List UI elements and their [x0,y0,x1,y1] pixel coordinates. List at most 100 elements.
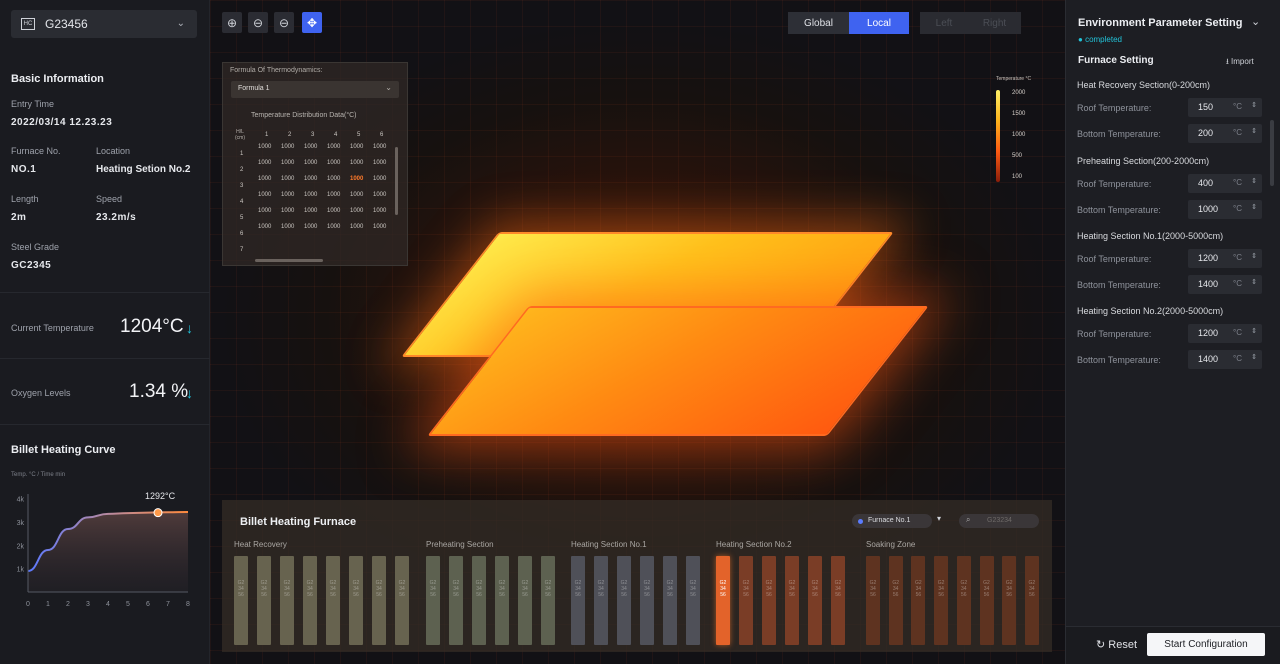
furnace-slot[interactable]: G23456 [280,556,294,645]
table-cell[interactable]: 1000 [350,176,363,182]
zoom-in-button[interactable]: ⊕ [222,12,242,33]
furnace-slot[interactable]: G23456 [326,556,340,645]
table-cell[interactable]: 1000 [373,192,386,198]
furnace-slot[interactable]: G23456 [866,556,880,645]
furnace-slot[interactable]: G23456 [303,556,317,645]
furnace-slot[interactable]: G23456 [372,556,386,645]
table-cell[interactable]: 1000 [327,176,340,182]
view-global-button[interactable]: Global [788,12,849,34]
table-cell[interactable]: 1000 [304,224,317,230]
furnace-slot[interactable]: G23456 [640,556,654,645]
table-cell[interactable]: 1000 [327,192,340,198]
furnace-slot[interactable]: G23456 [716,556,730,645]
view-right-button[interactable]: Right [968,12,1021,34]
furnace-slot[interactable]: G23456 [257,556,271,645]
furnace-slot[interactable]: G23456 [956,556,971,645]
table-cell[interactable]: 1000 [258,144,271,150]
view-local-button[interactable]: Local [849,12,909,34]
stepper-icon[interactable]: ⇕ [1251,177,1257,185]
table-cell[interactable]: 1000 [258,224,271,230]
table-cell[interactable]: 1000 [281,144,294,150]
furnace-slot[interactable]: G23456 [349,556,363,645]
table-cell[interactable]: 1000 [304,192,317,198]
table-cell[interactable]: 1000 [258,160,271,166]
furnace-slot[interactable]: G23456 [594,556,608,645]
table-cell[interactable]: 1000 [304,176,317,182]
furnace-slot[interactable]: G23456 [449,556,463,645]
furnace-slot[interactable]: G23456 [663,556,677,645]
collapse-icon[interactable]: ⌄ [1251,15,1260,28]
stepper-icon[interactable]: ⇕ [1251,252,1257,260]
table-vscroll[interactable] [395,147,398,215]
furnace-search-input[interactable]: ⌕ G23234 [959,514,1039,528]
furnace-slot[interactable]: G23456 [762,556,776,645]
view-left-button[interactable]: Left [920,12,968,34]
furnace-slot[interactable]: G23456 [808,556,822,645]
stepper-icon[interactable]: ⇕ [1251,327,1257,335]
furnace-slot[interactable]: G23456 [234,556,248,645]
furnace-slot[interactable]: G23456 [472,556,486,645]
bottom-temp-input[interactable]: 1400 °C ⇕ [1188,275,1262,294]
bottom-temp-input[interactable]: 1000 °C ⇕ [1188,200,1262,219]
table-cell[interactable]: 1000 [350,144,363,150]
furnace-slot[interactable]: G23456 [495,556,509,645]
table-cell[interactable]: 1000 [373,208,386,214]
furnace-slot[interactable]: G23456 [785,556,799,645]
table-cell[interactable]: 1000 [258,176,271,182]
zoom-out-button[interactable]: ⊖ [248,12,268,33]
table-cell[interactable]: 1000 [350,160,363,166]
roof-temp-input[interactable]: 1200 °C ⇕ [1188,249,1262,268]
furnace-slot[interactable]: G23456 [1024,556,1039,645]
furnace-slot[interactable]: G23456 [739,556,753,645]
furnace-slot[interactable]: G23456 [831,556,845,645]
table-cell[interactable]: 1000 [373,224,386,230]
stepper-icon[interactable]: ⇕ [1251,353,1257,361]
table-cell[interactable]: 1000 [327,208,340,214]
roof-temp-input[interactable]: 150 °C ⇕ [1188,98,1262,117]
furnace-slot[interactable]: G23456 [911,556,926,645]
furnace-slot[interactable]: G23456 [617,556,631,645]
stepper-icon[interactable]: ⇕ [1251,127,1257,135]
furnace-slot[interactable]: G23456 [888,556,903,645]
table-cell[interactable]: 1000 [258,192,271,198]
furnace-slot[interactable]: G23456 [934,556,949,645]
furnace-slot[interactable]: G23456 [541,556,555,645]
roof-temp-input[interactable]: 400 °C ⇕ [1188,174,1262,193]
move-button[interactable]: ✥ [302,12,322,33]
panel-scrollbar[interactable] [1270,120,1274,186]
table-cell[interactable]: 1000 [327,160,340,166]
table-cell[interactable]: 1000 [304,208,317,214]
zoom-reset-button[interactable]: ⊖ [274,12,294,33]
furnace-slot[interactable]: G23456 [686,556,700,645]
billet-selector[interactable]: HC G23456 ⌄ [11,10,197,38]
table-cell[interactable]: 1000 [327,224,340,230]
furnace-slot[interactable]: G23456 [979,556,994,645]
table-cell[interactable]: 1000 [281,208,294,214]
table-cell[interactable]: 1000 [350,192,363,198]
roof-temp-input[interactable]: 1200 °C ⇕ [1188,324,1262,343]
table-cell[interactable]: 1000 [281,192,294,198]
formula-select[interactable]: Formula 1 ⌄ [231,81,399,98]
table-cell[interactable]: 1000 [304,144,317,150]
table-cell[interactable]: 1000 [304,160,317,166]
table-cell[interactable]: 1000 [258,208,271,214]
import-button[interactable]: ⭳ Import [1226,56,1254,70]
bottom-temp-input[interactable]: 200 °C ⇕ [1188,124,1262,143]
table-cell[interactable]: 1000 [373,144,386,150]
start-configuration-button[interactable]: Start Configuration [1147,633,1265,656]
table-cell[interactable]: 1000 [281,160,294,166]
reset-button[interactable]: ↻ Reset [1096,638,1137,651]
stepper-icon[interactable]: ⇕ [1251,278,1257,286]
table-cell[interactable]: 1000 [350,224,363,230]
stepper-icon[interactable]: ⇕ [1251,203,1257,211]
furnace-slot[interactable]: G23456 [395,556,409,645]
table-cell[interactable]: 1000 [350,208,363,214]
furnace-select[interactable]: Furnace No.1 [852,514,932,528]
table-cell[interactable]: 1000 [373,160,386,166]
furnace-slot[interactable]: G23456 [571,556,585,645]
stepper-icon[interactable]: ⇕ [1251,101,1257,109]
furnace-slot[interactable]: G23456 [426,556,440,645]
table-hscroll[interactable] [255,259,323,262]
furnace-slot[interactable]: G23456 [1002,556,1017,645]
table-cell[interactable]: 1000 [327,144,340,150]
